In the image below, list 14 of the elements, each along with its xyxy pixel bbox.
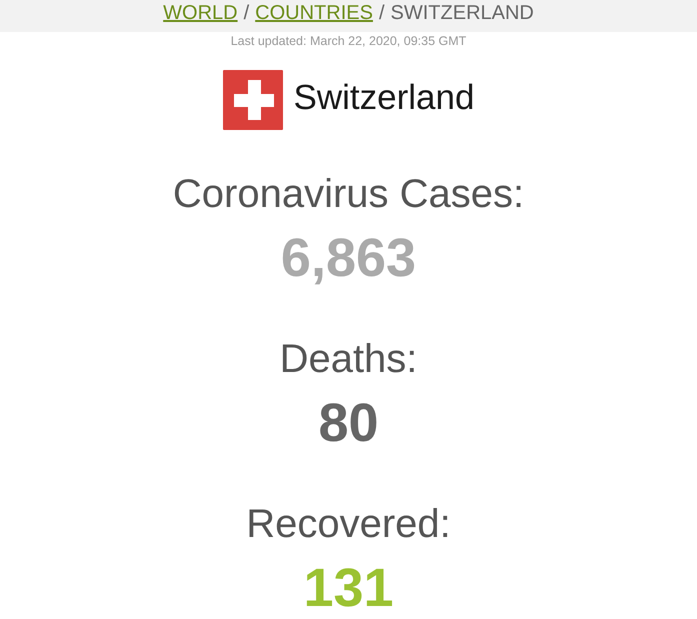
flag-icon [222,70,283,130]
country-name: Switzerland [294,76,474,118]
stat-label: Recovered: [246,501,451,548]
breadcrumb-separator: / [242,1,250,26]
stat-value: 6,863 [280,228,416,288]
stat-value: 80 [318,393,379,453]
stat-label: Deaths: [280,336,418,383]
breadcrumb-separator: / [378,1,386,26]
breadcrumb-current: SWITZERLAND [390,1,534,26]
breadcrumb-link[interactable]: WORLD [163,0,238,26]
breadcrumb-link[interactable]: COUNTRIES [255,0,373,26]
stat-label: Coronavirus Cases: [172,171,524,218]
last-updated-text: Last updated: March 22, 2020, 09:35 GMT [230,33,466,49]
stat-value: 131 [303,558,394,618]
